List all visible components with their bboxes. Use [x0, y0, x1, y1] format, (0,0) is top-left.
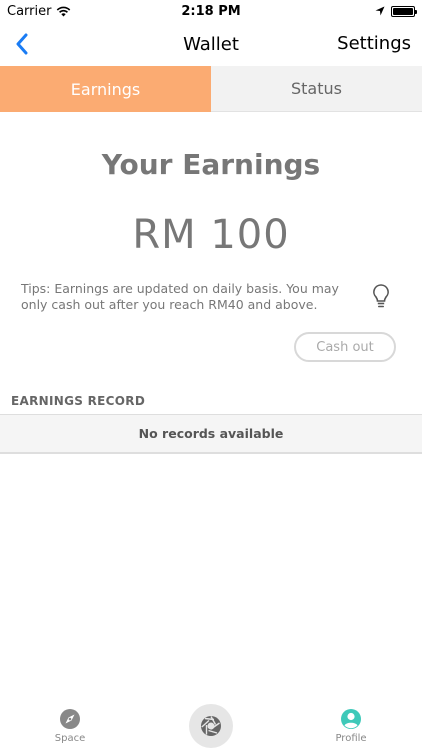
status-bar: Carrier 2:18 PM	[0, 0, 422, 22]
status-left: Carrier	[7, 4, 71, 19]
tips-text: Tips: Earnings are updated on daily basi…	[21, 281, 339, 312]
back-button[interactable]	[8, 30, 36, 58]
battery-icon	[391, 5, 417, 17]
camera-aperture-icon	[201, 716, 221, 736]
no-records-message: No records available	[138, 426, 284, 441]
camera-button[interactable]	[189, 704, 233, 748]
compass-icon	[60, 709, 80, 729]
battery-fill	[393, 7, 413, 15]
location-arrow-icon	[375, 6, 385, 16]
tabbar-label-space: Space	[54, 733, 86, 744]
carrier-label: Carrier	[7, 3, 52, 19]
earnings-heading: Your Earnings	[101, 148, 321, 181]
status-right	[375, 5, 417, 17]
records-empty-state: No records available	[0, 414, 422, 454]
tab-earnings[interactable]: Earnings	[0, 66, 211, 112]
earnings-amount: RM 100	[132, 212, 290, 258]
segmented-tabs: Earnings Status	[0, 66, 422, 112]
tabbar-item-profile[interactable]: Profile	[311, 708, 391, 744]
profile-icon	[341, 709, 361, 729]
chevron-left-icon	[16, 33, 28, 55]
earnings-record-header: EARNINGS RECORD	[11, 394, 146, 408]
settings-button[interactable]: Settings	[337, 33, 411, 54]
tab-status[interactable]: Status	[211, 66, 422, 112]
wifi-icon	[57, 6, 71, 16]
tabbar-item-space[interactable]: Space	[30, 708, 110, 744]
nav-bar: Wallet Settings	[0, 22, 422, 66]
lightbulb-icon	[373, 284, 389, 308]
page-title: Wallet	[183, 33, 239, 55]
cash-out-button[interactable]: Cash out	[294, 332, 396, 362]
tabbar-label-profile: Profile	[335, 733, 367, 744]
